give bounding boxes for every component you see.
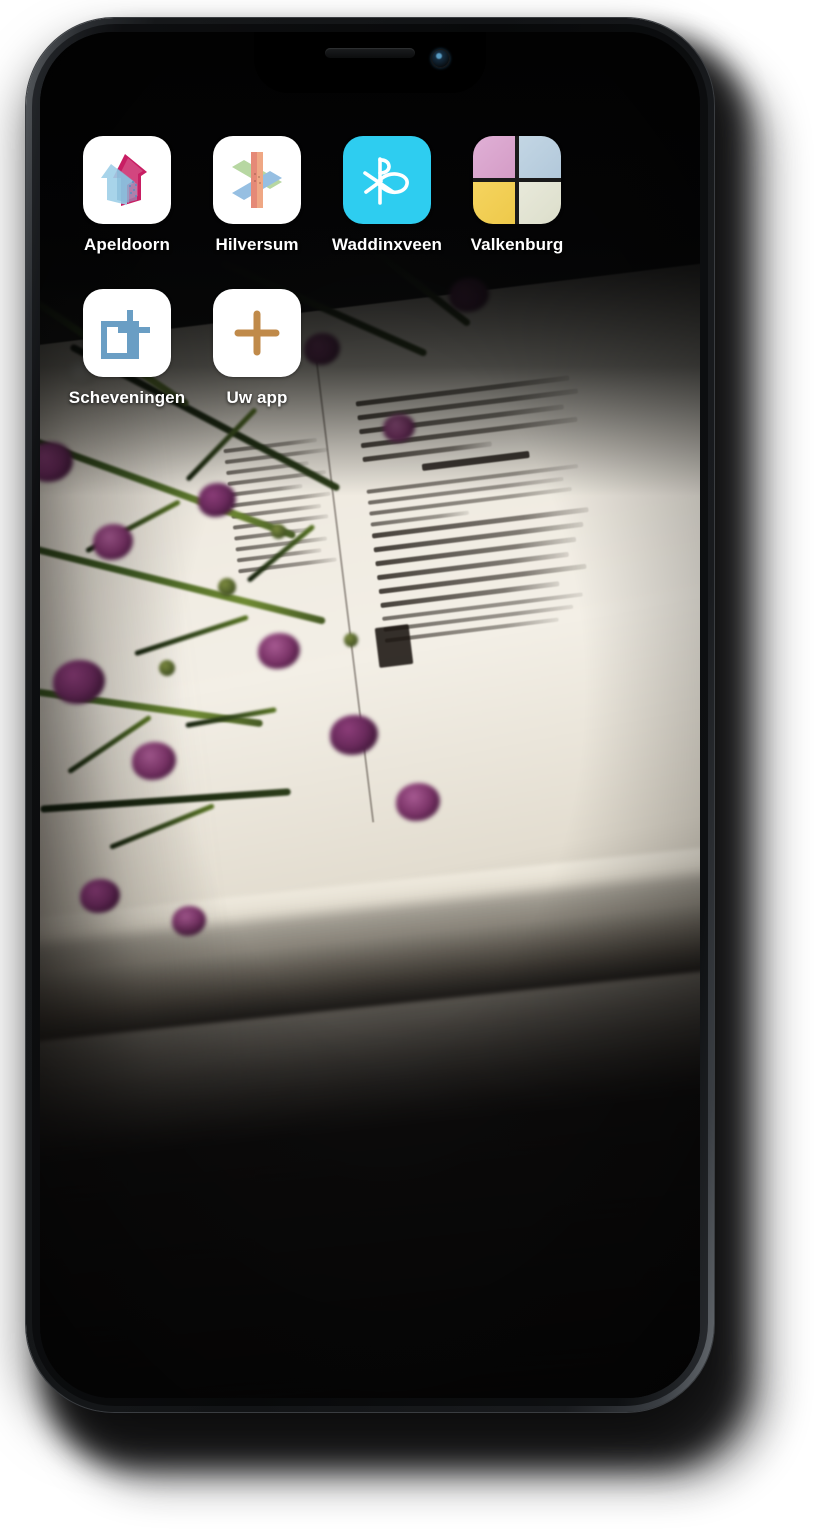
plus-glyph — [234, 310, 280, 356]
screenshot-canvas: Apeldoorn Hilversum Waddinxveen Valkenbu… — [0, 0, 814, 1532]
square-plus-icon[interactable] — [83, 289, 171, 377]
app-label: Uw app — [226, 388, 288, 407]
quad-cream — [519, 182, 561, 224]
plus-icon[interactable] — [213, 289, 301, 377]
app-hilversum[interactable]: Hilversum — [192, 136, 322, 255]
app-scheveningen[interactable]: Scheveningen — [62, 289, 192, 408]
square-plus-glyph — [101, 310, 150, 359]
display-notch — [254, 32, 486, 93]
app-row-1: Apeldoorn Hilversum Waddinxveen Valkenbu… — [62, 136, 678, 255]
app-apeldoorn[interactable]: Apeldoorn — [62, 136, 192, 255]
quad-grid — [473, 136, 561, 224]
home-screen-grid: Apeldoorn Hilversum Waddinxveen Valkenbu… — [40, 32, 700, 1398]
app-uw-app[interactable]: Uw app — [192, 289, 322, 408]
screen-bezel: Apeldoorn Hilversum Waddinxveen Valkenbu… — [40, 32, 700, 1398]
chi-rho-glyph — [363, 157, 409, 205]
house-arrow-glyph — [101, 154, 147, 206]
front-camera — [431, 49, 450, 68]
earpiece-speaker — [325, 48, 415, 58]
app-waddinxveen[interactable]: Waddinxveen — [322, 136, 452, 255]
app-label: Hilversum — [215, 235, 299, 254]
phone-screen: Apeldoorn Hilversum Waddinxveen Valkenbu… — [40, 32, 700, 1398]
four-squares-icon[interactable] — [473, 136, 561, 224]
app-label: Waddinxveen — [331, 235, 443, 254]
app-valkenburg[interactable]: Valkenburg — [452, 136, 582, 255]
quad-yellow — [473, 182, 515, 224]
app-row-2: Scheveningen Uw app — [62, 289, 678, 408]
quad-blue — [519, 136, 561, 178]
app-label: Valkenburg — [470, 235, 564, 254]
app-label: Scheveningen — [68, 388, 186, 407]
snowflake-glyph — [232, 152, 282, 208]
snowflake-star-icon[interactable] — [213, 136, 301, 224]
quad-pink — [473, 136, 515, 178]
house-arrow-icon[interactable] — [83, 136, 171, 224]
phone-frame: Apeldoorn Hilversum Waddinxveen Valkenbu… — [26, 18, 714, 1412]
app-label: Apeldoorn — [84, 235, 170, 254]
chi-rho-fish-icon[interactable] — [343, 136, 431, 224]
